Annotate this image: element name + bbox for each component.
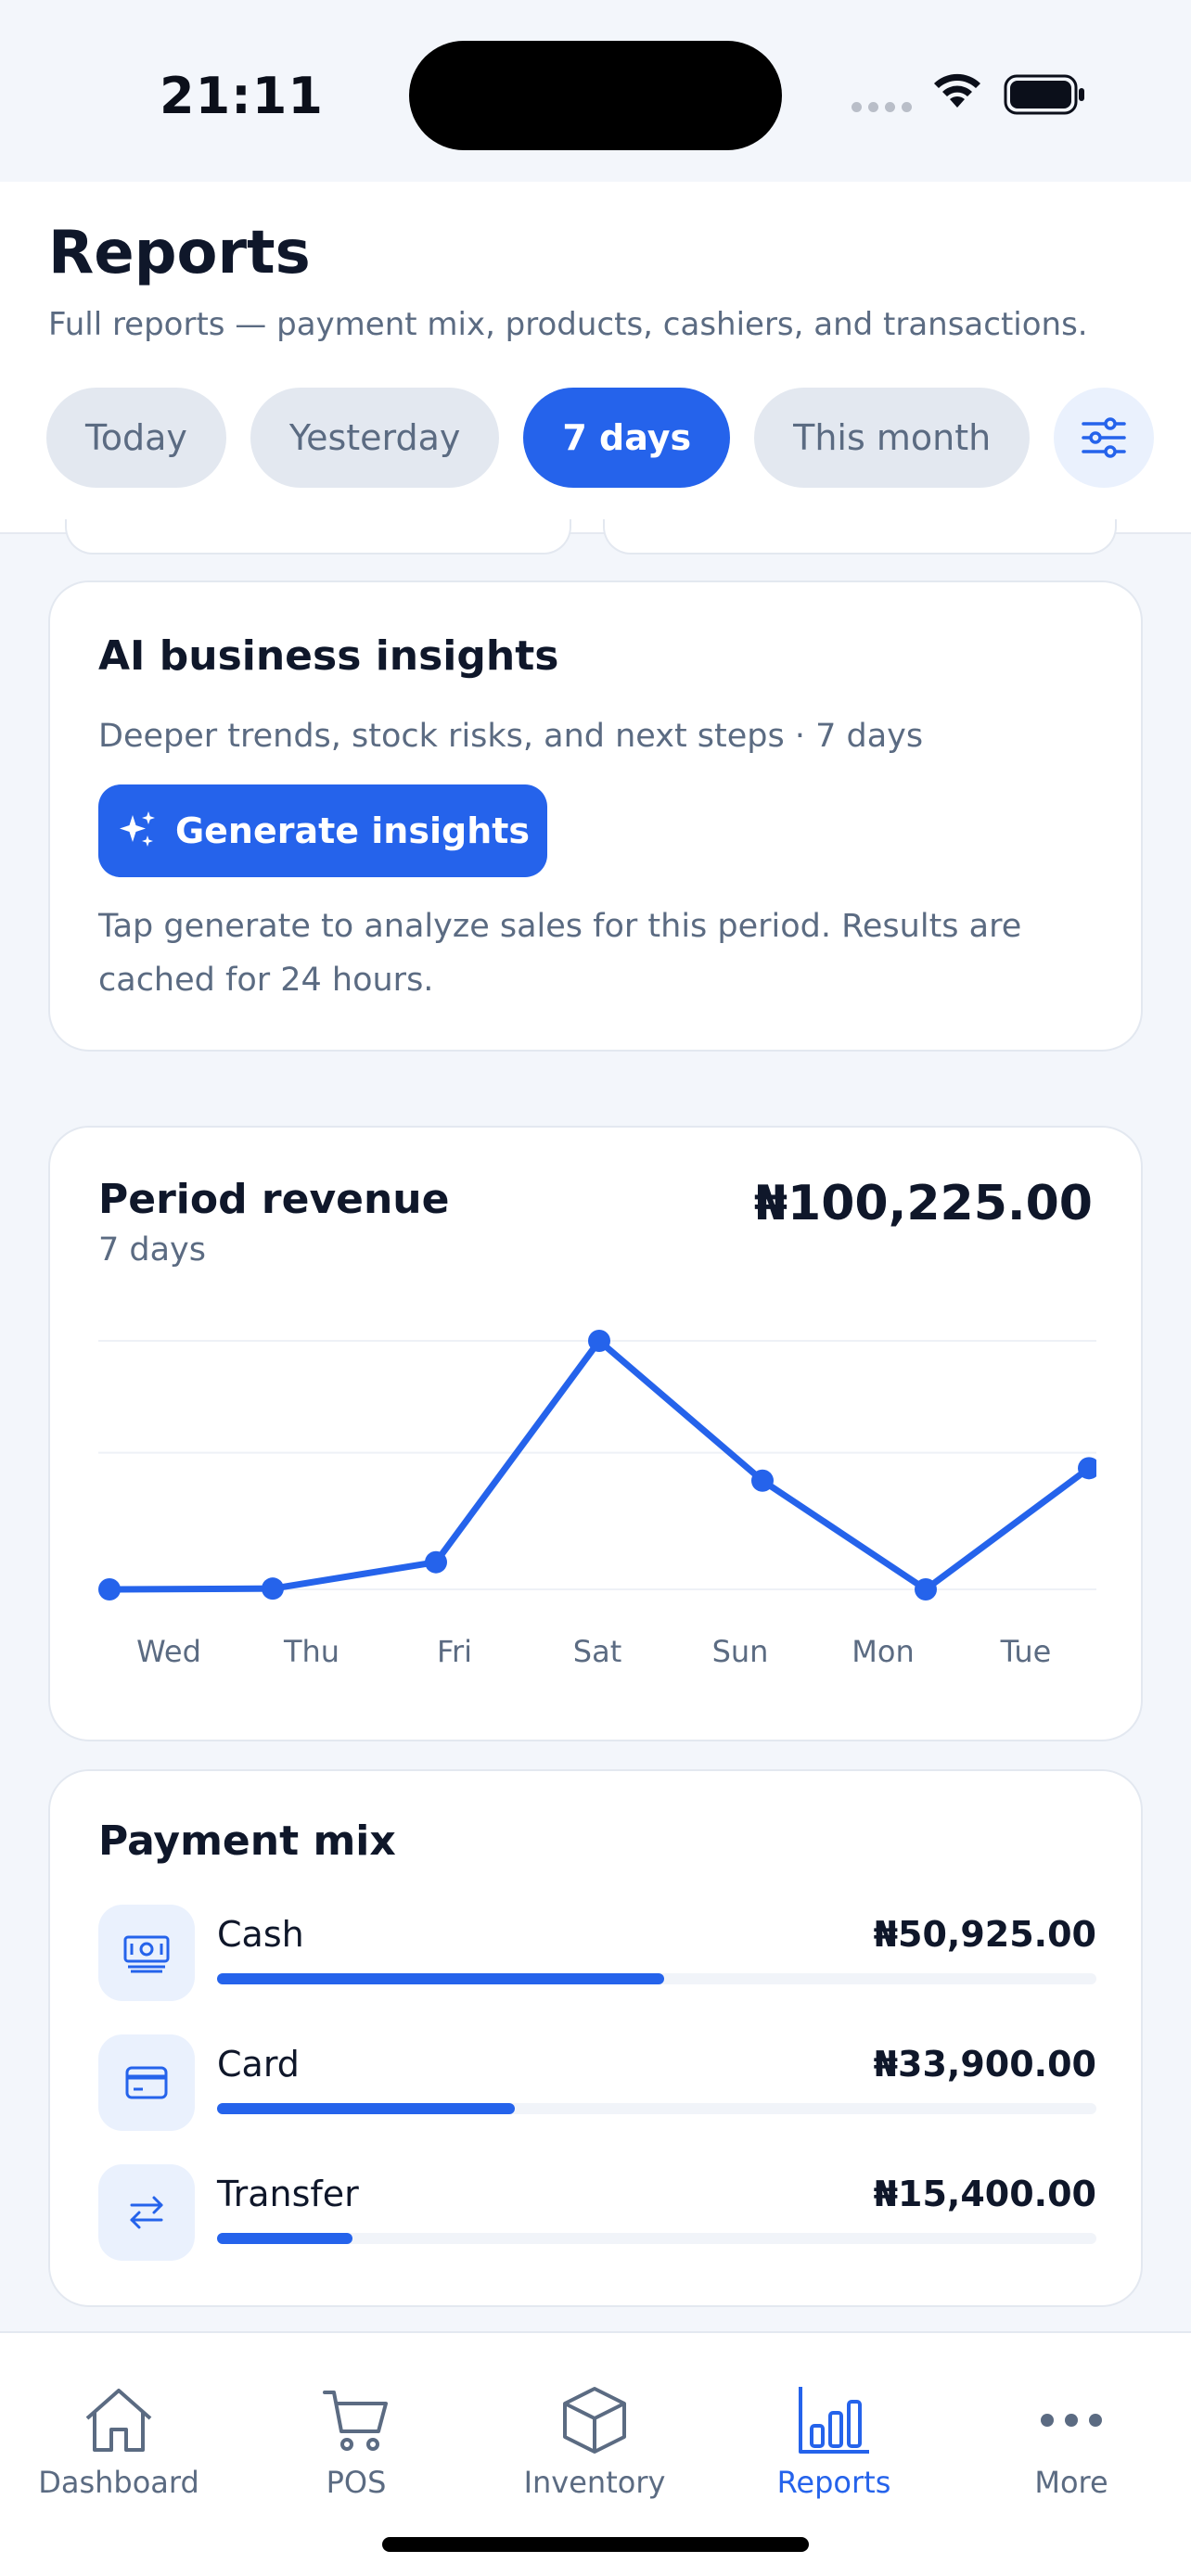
tab-more[interactable]: More bbox=[979, 2385, 1164, 2500]
status-bar: 21:11 bbox=[0, 0, 1191, 182]
sliders-icon bbox=[1082, 417, 1126, 458]
ai-insights-note: Tap generate to analyze sales for this p… bbox=[98, 908, 1022, 999]
revenue-total: ₦100,225.00 bbox=[753, 1176, 1093, 1231]
filter-this-month[interactable]: This month bbox=[754, 388, 1031, 488]
revenue-series-line bbox=[106, 1337, 1093, 1593]
ai-insights-card: AI business insights Deeper trends, stoc… bbox=[48, 580, 1143, 1052]
payment-label: Card bbox=[217, 2044, 300, 2085]
signal-icon bbox=[852, 102, 912, 112]
payment-row-card[interactable]: Card ₦33,900.00 bbox=[98, 2034, 1096, 2131]
revenue-point-fri[interactable] bbox=[425, 1550, 447, 1574]
reports-header: Reports Full reports — payment mix, prod… bbox=[0, 182, 1191, 534]
payment-share-bar bbox=[217, 2103, 1096, 2114]
generate-insights-button[interactable]: Generate insights bbox=[98, 784, 547, 877]
period-filters: Today Yesterday 7 days This month bbox=[46, 388, 1155, 488]
tab-pos[interactable]: POS bbox=[263, 2385, 449, 2500]
tab-inventory[interactable]: Inventory bbox=[502, 2385, 687, 2500]
tab-dashboard[interactable]: Dashboard bbox=[26, 2385, 211, 2500]
wifi-icon bbox=[934, 73, 980, 108]
period-revenue-card: Period revenue 7 days ₦100,225.00 Wed Thu… bbox=[48, 1126, 1143, 1741]
revenue-title: Period revenue bbox=[98, 1176, 450, 1223]
x-tick-label: Fri bbox=[437, 1634, 472, 1669]
x-tick-label: Thu bbox=[283, 1634, 339, 1669]
payment-amount: ₦33,900.00 bbox=[873, 2044, 1096, 2085]
tab-label: Inventory bbox=[523, 2465, 666, 2500]
payment-label: Cash bbox=[217, 1914, 304, 1955]
dynamic-island bbox=[409, 41, 782, 150]
page-title: Reports bbox=[48, 219, 311, 287]
payment-share-bar bbox=[217, 1973, 1096, 1984]
revenue-point-wed[interactable] bbox=[98, 1578, 121, 1600]
payment-amount: ₦50,925.00 bbox=[873, 1914, 1096, 1955]
cart-icon bbox=[323, 2391, 388, 2451]
payment-mix-card: Payment mix Cash ₦50,925.00 Card ₦33,900… bbox=[48, 1769, 1143, 2307]
generate-insights-label: Generate insights bbox=[174, 810, 531, 851]
battery-icon bbox=[1004, 74, 1084, 115]
filter-settings-button[interactable] bbox=[1054, 388, 1155, 488]
ai-insights-title: AI business insights bbox=[98, 632, 559, 680]
box-icon bbox=[563, 2387, 626, 2454]
home-indicator bbox=[382, 2537, 809, 2552]
payment-label: Transfer bbox=[217, 2174, 359, 2214]
tab-label: POS bbox=[326, 2465, 387, 2500]
payment-share-fill bbox=[217, 1973, 664, 1984]
payment-share-fill bbox=[217, 2233, 352, 2244]
home-icon bbox=[85, 2389, 152, 2452]
revenue-period: 7 days bbox=[98, 1231, 207, 1269]
payment-row-cash[interactable]: Cash ₦50,925.00 bbox=[98, 1905, 1096, 2001]
revenue-point-thu[interactable] bbox=[262, 1577, 284, 1600]
filter-yesterday[interactable]: Yesterday bbox=[250, 388, 500, 488]
revenue-point-sat[interactable] bbox=[588, 1330, 610, 1352]
transfer-icon bbox=[98, 2164, 195, 2261]
card-icon bbox=[98, 2034, 195, 2131]
payment-amount: ₦15,400.00 bbox=[873, 2174, 1096, 2214]
payment-share-fill bbox=[217, 2103, 515, 2114]
x-tick-label: Sat bbox=[573, 1634, 621, 1669]
more-icon bbox=[1041, 2414, 1102, 2427]
summary-card-peek bbox=[603, 519, 1117, 555]
filter-today[interactable]: Today bbox=[46, 388, 226, 488]
ai-insights-subtitle: Deeper trends, stock risks, and next ste… bbox=[98, 718, 924, 755]
summary-card-peek bbox=[65, 519, 571, 555]
cash-icon bbox=[98, 1905, 195, 2001]
revenue-line-chart: Wed Thu Fri Sat Sun Mon Tue bbox=[98, 1330, 1096, 1669]
x-tick-label: Sun bbox=[712, 1634, 769, 1669]
tab-reports[interactable]: Reports bbox=[741, 2385, 927, 2500]
payment-share-bar bbox=[217, 2233, 1096, 2244]
page-subtitle: Full reports — payment mix, products, ca… bbox=[48, 306, 1088, 343]
x-tick-label: Tue bbox=[1000, 1634, 1052, 1669]
tab-label: Dashboard bbox=[38, 2465, 199, 2500]
tab-label: More bbox=[1034, 2465, 1108, 2500]
x-tick-label: Mon bbox=[852, 1634, 914, 1669]
payment-mix-title: Payment mix bbox=[98, 1817, 396, 1865]
sparkles-icon bbox=[119, 811, 155, 847]
revenue-point-mon[interactable] bbox=[915, 1578, 937, 1600]
payment-row-transfer[interactable]: Transfer ₦15,400.00 bbox=[98, 2164, 1096, 2261]
bar-chart-icon bbox=[799, 2387, 869, 2454]
x-tick-label: Wed bbox=[136, 1634, 201, 1669]
revenue-point-sun[interactable] bbox=[751, 1469, 774, 1492]
tab-label: Reports bbox=[776, 2465, 891, 2500]
status-time: 21:11 bbox=[160, 67, 324, 125]
filter-7-days[interactable]: 7 days bbox=[523, 388, 731, 488]
